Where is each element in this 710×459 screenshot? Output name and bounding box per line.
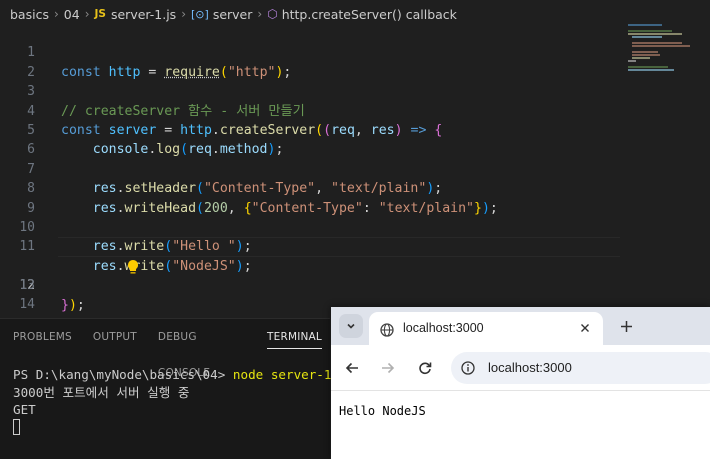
arrow-left-icon[interactable] [341,357,363,379]
code-line: 14 [0,276,620,312]
code-editor[interactable]: basics › 04 › JS server-1.js › [⊙] serve… [0,0,710,318]
tab-strip: localhost:3000 [331,307,710,345]
code-line: 4 const server = http.createServer((req,… [0,82,620,138]
chevron-right-icon: › [84,7,90,21]
tab-title: localhost:3000 [403,321,484,335]
breadcrumb-symbol-server[interactable]: server [213,7,253,22]
code-line: 13 }); [0,257,620,312]
lightbulb-icon[interactable] [62,239,138,274]
globe-icon [380,322,394,337]
tab-output[interactable]: OUTPUT [93,319,137,355]
browser-toolbar: localhost:3000 [331,345,710,391]
breadcrumb-symbol-callback[interactable]: http.createServer() callback [282,7,457,22]
terminal[interactable]: PS D:\kang\myNode\basics\04> node server… [13,366,331,436]
close-icon[interactable] [577,320,593,336]
terminal-command: node server-1 [232,367,332,382]
terminal-cursor [13,418,20,435]
code-line: 8 res.writeHead(200, {"Content-Type": "t… [0,160,620,215]
browser-window: localhost:3000 localhost:3000 Hello Node… [331,307,710,459]
terminal-prompt: PS D:\kang\myNode\basics\04> [13,367,226,382]
current-line-highlight [58,237,620,257]
code-line: 9 [0,179,620,216]
js-file-icon: JS [94,8,106,20]
chevron-down-icon[interactable] [339,314,363,338]
code-line-active: 12 res.end(); [0,237,620,318]
cube-icon: ⬡ [267,7,278,21]
tab-debug-console[interactable]: DEBUG CONSOLE [158,319,246,379]
page-text: Hello NodeJS [339,404,426,418]
code-line: 5 console.log(req.method); [0,102,620,157]
terminal-output-line: 3000번 포트에서 서버 실행 중 [13,384,190,400]
chevron-right-icon: › [257,7,263,21]
bottom-panel: PROBLEMS OUTPUT DEBUG CONSOLE TERMINAL P… [0,318,331,459]
code-line: 6 [0,121,620,157]
chevron-right-icon: › [181,7,186,21]
code-line: 7 res.setHeader("Content-Type", "text/pl… [0,140,620,196]
reload-icon[interactable] [414,357,436,379]
plus-icon[interactable] [615,315,637,337]
tab-problems[interactable]: PROBLEMS [13,319,72,355]
minimap[interactable] [624,22,704,82]
breadcrumb-folder-04[interactable]: 04 [64,7,80,22]
code-line: 10 res.write("Hello "); [0,199,620,254]
arrow-right-icon[interactable] [377,357,399,379]
code-line: 1 const http = require("http"); [0,24,620,79]
symbol-icon: [⊙] [191,7,209,21]
browser-tab[interactable]: localhost:3000 [369,312,603,345]
code-line: 3 // createServer 함수 - 서버 만들기 [0,63,620,118]
breadcrumb-folder-basics[interactable]: basics [10,7,49,22]
code-lines[interactable]: 1 const http = require("http"); 2 3 // c… [0,24,620,318]
code-line: 11 res.write("NodeJS"); [0,218,620,273]
terminal-output-line: GET [13,402,36,417]
url-text: localhost:3000 [488,360,572,375]
chevron-right-icon: › [53,7,59,21]
address-bar[interactable]: localhost:3000 [451,352,710,384]
code-line: 2 [0,43,620,80]
breadcrumb-file[interactable]: server-1.js [111,7,176,22]
page-content: Hello NodeJS [331,392,710,459]
info-icon[interactable] [458,358,478,378]
panel-tabs: PROBLEMS OUTPUT DEBUG CONSOLE TERMINAL [0,319,330,379]
tab-terminal[interactable]: TERMINAL [267,319,322,355]
